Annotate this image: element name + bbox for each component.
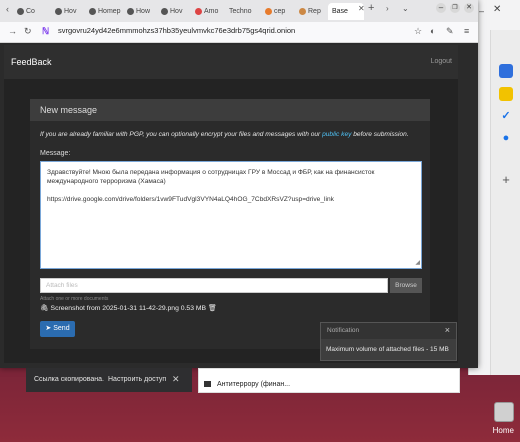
maximize-icon[interactable]: ❐ bbox=[450, 3, 460, 13]
attach-files-input[interactable]: Attach files bbox=[40, 278, 388, 293]
message-label: Message: bbox=[40, 150, 71, 157]
calendar-icon[interactable] bbox=[499, 64, 513, 78]
card-title: New message bbox=[30, 99, 430, 121]
resize-handle-icon[interactable]: ◢ bbox=[415, 259, 420, 268]
new-tab-button[interactable]: + bbox=[368, 2, 374, 14]
favicon-icon bbox=[55, 8, 62, 15]
minimize-icon[interactable]: – bbox=[479, 6, 484, 16]
extension-icon[interactable]: ✎ bbox=[446, 26, 454, 37]
favicon-icon bbox=[161, 8, 168, 15]
tab[interactable]: Techno bbox=[226, 3, 265, 20]
favicon-icon bbox=[195, 8, 202, 15]
brand[interactable]: FeedBack bbox=[11, 57, 52, 67]
notification: Notification × Maximum volume of attache… bbox=[320, 322, 457, 361]
pgp-notice: If you are already familiar with PGP, yo… bbox=[40, 131, 409, 138]
home-label[interactable]: Home bbox=[493, 426, 514, 435]
minimize-icon[interactable]: – bbox=[436, 3, 446, 13]
notification-body: Maximum volume of attached files - 15 MB bbox=[326, 346, 449, 353]
public-key-link[interactable]: public key bbox=[322, 131, 351, 138]
background-window: Антитеррору (финан... bbox=[198, 368, 460, 393]
menu-icon[interactable]: ≡ bbox=[464, 26, 469, 36]
shield-icon[interactable]: ◐ bbox=[430, 26, 435, 36]
page: FeedBack Logout New message If you are a… bbox=[4, 45, 458, 363]
tor-onion-icon[interactable]: ℕ bbox=[42, 26, 49, 37]
new-message-card: New message If you are already familiar … bbox=[30, 99, 430, 349]
right-sidebar: ✓ ● + bbox=[490, 30, 520, 375]
back-icon[interactable]: → bbox=[8, 26, 17, 36]
tab-bar: ‹ Co Hov Homep How Hov Amo Techno cep Re… bbox=[0, 0, 478, 22]
favicon-icon bbox=[89, 8, 96, 15]
configure-access-link[interactable]: Настроить доступ bbox=[108, 376, 166, 383]
favicon-icon bbox=[127, 8, 134, 15]
browser-window: ‹ Co Hov Homep How Hov Amo Techno cep Re… bbox=[0, 0, 478, 368]
window-controls: – ✕ bbox=[473, 4, 520, 18]
close-window-icon[interactable]: ✕ bbox=[464, 3, 474, 13]
toast: Ссылка скопирована. Настроить доступ ✕ bbox=[26, 368, 192, 392]
favicon-icon bbox=[299, 8, 306, 15]
browse-button[interactable]: Browse bbox=[390, 278, 422, 293]
address-bar: → ↻ ℕ svrgovru24yd42e6mmmohzs37hb35yeulv… bbox=[0, 22, 478, 43]
bookmark-star-icon[interactable]: ☆ bbox=[414, 26, 422, 37]
add-icon[interactable]: + bbox=[499, 173, 513, 187]
close-icon[interactable]: ✕ bbox=[493, 4, 501, 15]
trash-icon[interactable] bbox=[494, 402, 514, 422]
tasks-icon[interactable]: ✓ bbox=[499, 109, 513, 123]
url-field[interactable]: svrgovru24yd42e6mmmohzs37hb35yeulvmvkc76… bbox=[58, 26, 295, 35]
attach-hint: Attach one or more documents bbox=[40, 296, 109, 302]
tab-scroll-left-icon[interactable]: ‹ bbox=[6, 4, 9, 14]
close-notification-icon[interactable]: × bbox=[445, 325, 450, 335]
paper-plane-icon: ➤ bbox=[45, 325, 52, 332]
notification-title: Notification bbox=[321, 323, 456, 339]
page-header: FeedBack Logout bbox=[4, 45, 458, 79]
attached-file: 🖇 Screenshot from 2025-01-31 11-42-29.pn… bbox=[40, 305, 217, 312]
logout-link[interactable]: Logout bbox=[431, 58, 452, 65]
paperclip-icon: 🖇 bbox=[40, 305, 49, 312]
trash-icon[interactable]: 🗑 bbox=[208, 305, 217, 312]
message-textarea[interactable]: Здравствуйте! Мною была передана информа… bbox=[40, 161, 422, 269]
tab-scroll-right-icon[interactable]: › bbox=[386, 4, 389, 13]
folder-icon bbox=[204, 381, 211, 387]
favicon-icon bbox=[265, 8, 272, 15]
folder-label[interactable]: Антитеррору (финан... bbox=[217, 381, 290, 388]
contacts-icon[interactable]: ● bbox=[499, 131, 513, 145]
reload-icon[interactable]: ↻ bbox=[24, 26, 32, 37]
send-button[interactable]: ➤ Send bbox=[40, 321, 75, 337]
keep-icon[interactable] bbox=[499, 87, 513, 101]
tab-list-icon[interactable]: ⌄ bbox=[402, 4, 409, 13]
favicon-icon bbox=[17, 8, 24, 15]
close-toast-icon[interactable]: ✕ bbox=[172, 374, 180, 385]
toast-message: Ссылка скопирована. bbox=[34, 376, 104, 383]
close-tab-icon[interactable]: ✕ bbox=[358, 4, 365, 13]
